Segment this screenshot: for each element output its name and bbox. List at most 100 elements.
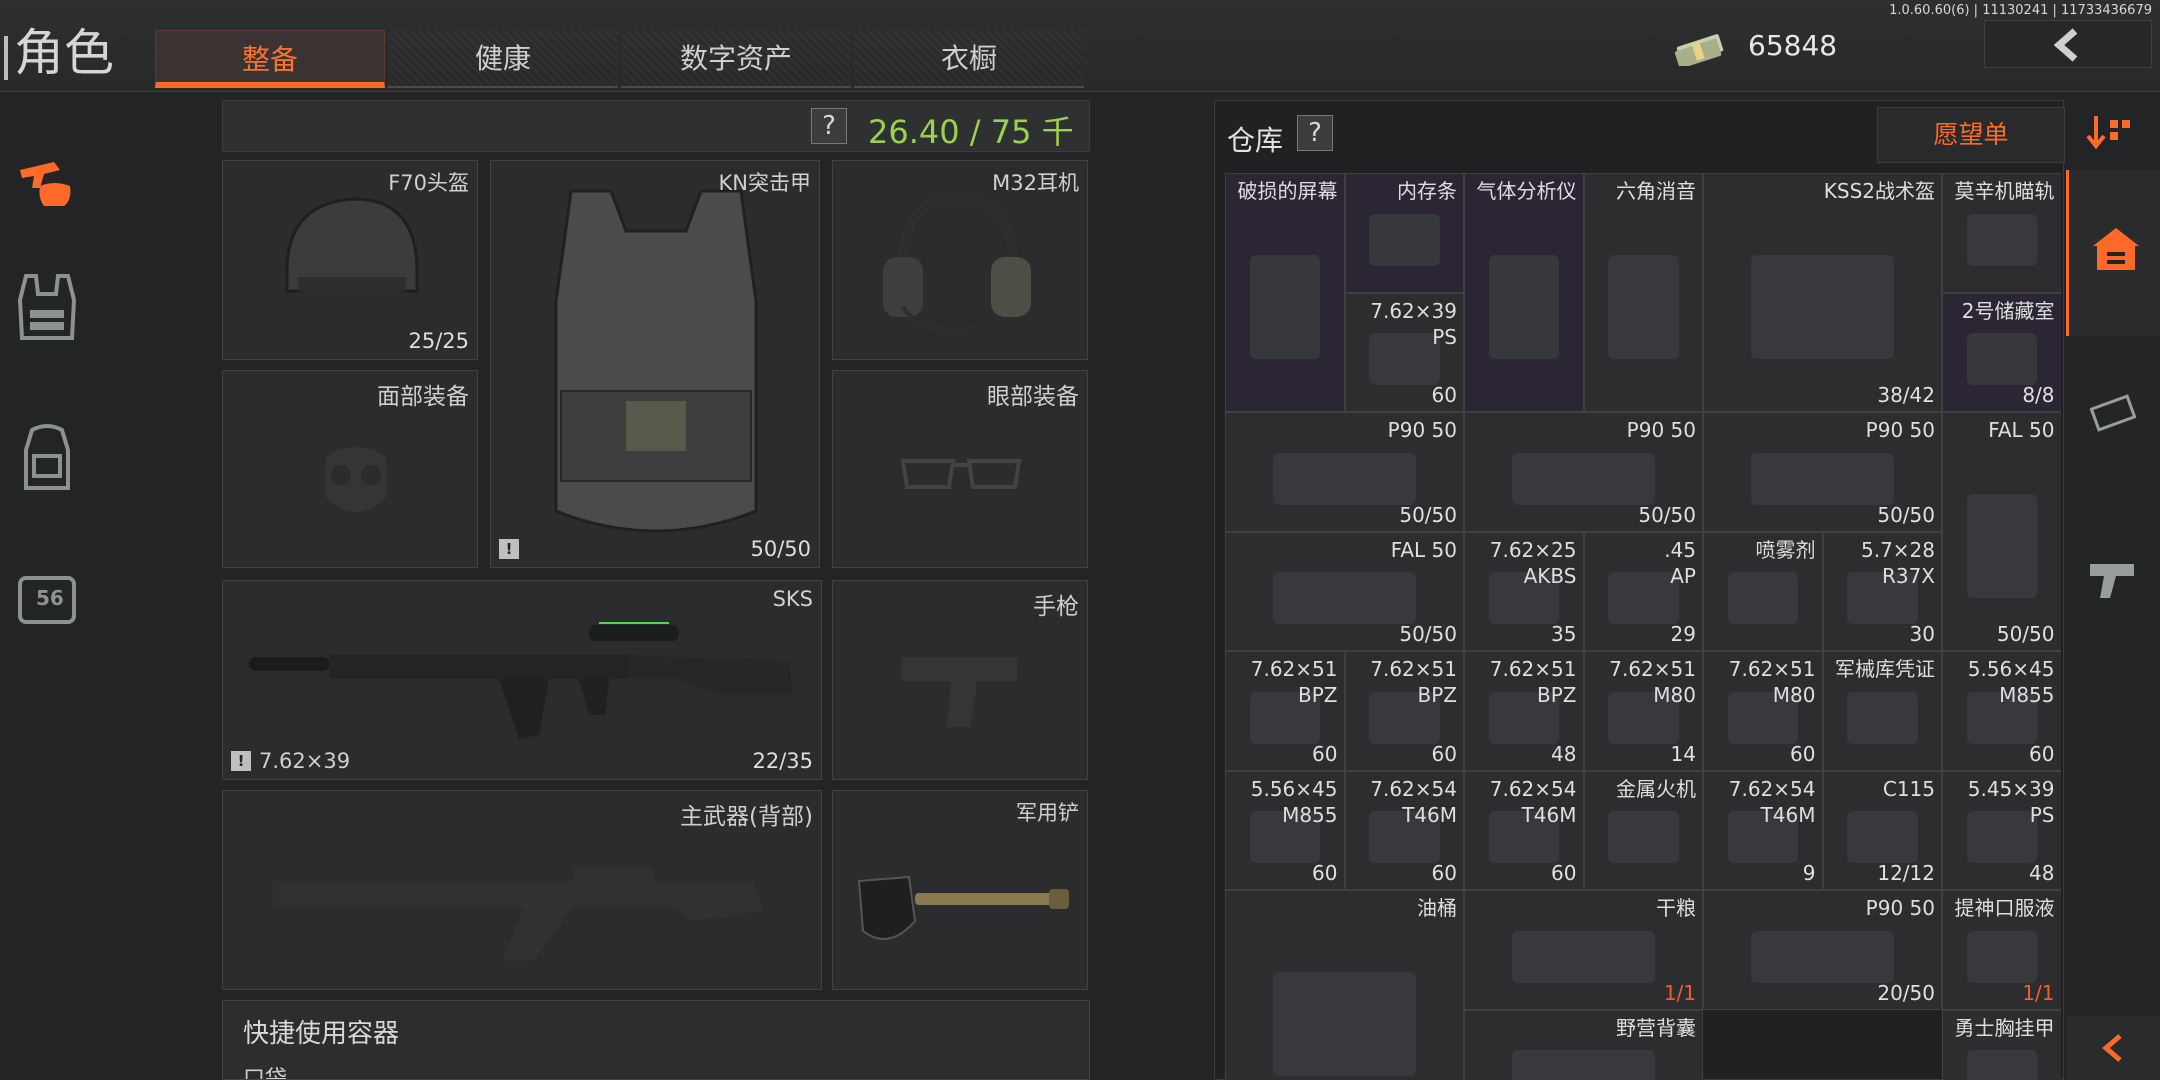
storage-item[interactable]: 2号储藏室 8/8 [1942,292,2061,412]
item-image [1966,333,2037,386]
item-image [1488,254,1559,359]
storage-item[interactable]: 莫辛机瞄轨 [1942,173,2061,293]
storage-item-name: 7.62×54 T46M [1489,776,1577,827]
item-image [1966,1050,2037,1080]
storage-item[interactable]: 7.62×54 T46M 60 [1344,770,1464,890]
storage-item-name: 5.56×45 M855 [1250,776,1338,827]
storage-item-name: P90 50 [1865,418,1935,442]
storage-item-name: FAL 50 [1390,537,1457,562]
item-image [1727,572,1798,625]
item-image [1751,254,1894,359]
face-slot[interactable]: 面部装备 [222,370,478,568]
storage-item[interactable]: 7.62×54 T46M 9 [1703,770,1823,890]
storage-item[interactable]: 5.56×45 M855 60 [1942,651,2061,771]
storage-item-quantity: 12/12 [1877,861,1935,885]
vest-icon[interactable] [14,270,80,344]
storage-grid: 破损的屏幕 内存条 气体分析仪 六角消音 KSS2战术盔 38/42 莫辛机瞄轨 7.62×3… [1225,173,2061,1080]
rifle-silhouette-icon [273,867,763,961]
storage-item[interactable]: 7.62×51 BPZ 48 [1464,651,1584,771]
storage-item-quantity: 60 [1431,383,1457,407]
storage-item[interactable]: 5.7×28 R37X 30 [1822,531,1942,651]
storage-item[interactable]: 破损的屏幕 [1225,173,1345,412]
item-image [1273,572,1416,625]
version-text: 1.0.60.60(6) | 11130241 | 11733436679 [1889,3,2152,18]
storage-item[interactable]: C115 12/12 [1822,770,1942,890]
storage-item-name: 7.62×54 T46M [1728,776,1816,827]
backpack-icon[interactable] [14,420,80,494]
storage-item[interactable]: 喷雾剂 [1703,531,1823,651]
storage-item-name: P90 50 [1865,896,1935,920]
headset-label: M32耳机 [992,171,1079,195]
storage-item[interactable]: P90 50 50/50 [1225,412,1464,532]
weight-help-button[interactable]: ? [811,108,847,144]
storage-item[interactable]: 军械库凭证 [1822,651,1942,771]
tab-digital-assets[interactable]: 数字资产 [621,30,851,88]
item-image [1751,930,1894,983]
storage-item[interactable]: P90 50 50/50 [1703,412,1942,532]
storage-item[interactable]: KSS2战术盔 38/42 [1703,173,1942,412]
storage-help-button[interactable]: ? [1297,115,1333,151]
storage-item[interactable]: 7.62×39 PS 60 [1344,292,1464,412]
storage-item[interactable]: 7.62×54 T46M 60 [1464,770,1584,890]
storage-item-quantity: 50/50 [1996,622,2055,646]
collapse-button[interactable] [2066,1016,2160,1080]
storage-item[interactable]: 金属火机 [1583,770,1703,890]
storage-item[interactable]: 干粮 1/1 [1464,890,1703,1010]
tab-wardrobe[interactable]: 衣橱 [854,30,1084,88]
storage-item[interactable]: 7.62×25 AKBS 35 [1464,531,1584,651]
storage-item[interactable]: P90 50 50/50 [1464,412,1703,532]
storage-item[interactable]: P90 50 20/50 [1703,890,1942,1010]
storage-item[interactable]: 气体分析仪 [1464,173,1584,412]
storage-item[interactable]: FAL 50 50/50 [1225,531,1464,651]
quick-use-panel: 快捷使用容器 口袋 [222,1000,1090,1080]
back-weapon-slot[interactable]: 主武器(背部) [222,790,822,990]
storage-item[interactable]: FAL 50 50/50 [1942,412,2061,651]
storage-item[interactable]: 7.62×51 M80 14 [1583,651,1703,771]
melee-slot[interactable]: 军用铲 [832,790,1088,990]
storage-item-name: 2号储藏室 [1961,298,2055,323]
storage-item[interactable]: 7.62×51 M80 60 [1703,651,1823,771]
category-warehouse[interactable] [2066,170,2160,336]
pistol-slot[interactable]: 手枪 [832,580,1088,780]
storage-item[interactable]: 5.45×39 PS 48 [1942,770,2061,890]
container-icon[interactable]: 56 [14,570,80,644]
storage-item-name: 7.62×51 M80 [1609,657,1696,707]
helmet-slot[interactable]: F70头盔 25/25 [222,160,478,360]
item-image [1847,811,1918,864]
page-title: 角色 [4,24,114,82]
wishlist-button[interactable]: 愿望单 [1877,107,2065,163]
eyes-slot[interactable]: 眼部装备 [832,370,1088,568]
storage-item[interactable]: 7.62×51 BPZ 60 [1225,651,1345,771]
storage-panel: 仓库 ? 愿望单 破损的屏幕 内存条 气体分析仪 六角消音 KSS2战术盔 38/42 莫辛… [1214,100,2065,1080]
pistol-helmet-icon[interactable] [14,140,80,214]
quick-use-title: 快捷使用容器 [243,1019,400,1049]
pistol-slot-label: 手枪 [1033,594,1079,620]
storage-item[interactable]: 六角消音 [1583,173,1703,412]
storage-item[interactable]: 提神口服液 1/1 [1942,890,2061,1010]
storage-item-name: 7.62×54 T46M [1370,776,1457,827]
storage-item[interactable]: 7.62×51 BPZ 60 [1344,651,1464,771]
storage-item[interactable]: 5.56×45 M855 60 [1225,770,1345,890]
sort-icon[interactable] [2084,112,2140,152]
back-button[interactable] [1984,20,2152,68]
storage-item[interactable]: 勇士胸挂甲 [1942,1009,2061,1080]
storage-item-quantity: 35 [1551,622,1577,646]
storage-item[interactable]: 油桶 [1225,890,1464,1080]
storage-item-name: 内存条 [1397,179,1457,203]
weapon-category-icon[interactable] [2088,560,2138,600]
storage-item-quantity: 14 [1670,741,1696,766]
storage-item[interactable]: 野营背囊 [1464,1009,1703,1080]
melee-label: 军用铲 [1016,801,1079,825]
tab-equipment[interactable]: 整备 [155,30,385,88]
storage-item[interactable]: 内存条 [1344,173,1464,293]
storage-item[interactable]: .45 AP 29 [1583,531,1703,651]
cash-category-icon[interactable] [2090,392,2136,432]
storage-item-name: 军械库凭证 [1835,657,1935,681]
tab-health[interactable]: 健康 [388,30,618,88]
headset-icon [883,191,1031,332]
headset-slot[interactable]: M32耳机 [832,160,1088,360]
primary-weapon-slot[interactable]: ! 7.62×39 SKS 22/35 [222,580,822,780]
storage-item-name: 气体分析仪 [1476,179,1577,203]
armor-durability: 50/50 [750,537,811,561]
armor-slot[interactable]: ! KN突击甲 50/50 [490,160,820,568]
